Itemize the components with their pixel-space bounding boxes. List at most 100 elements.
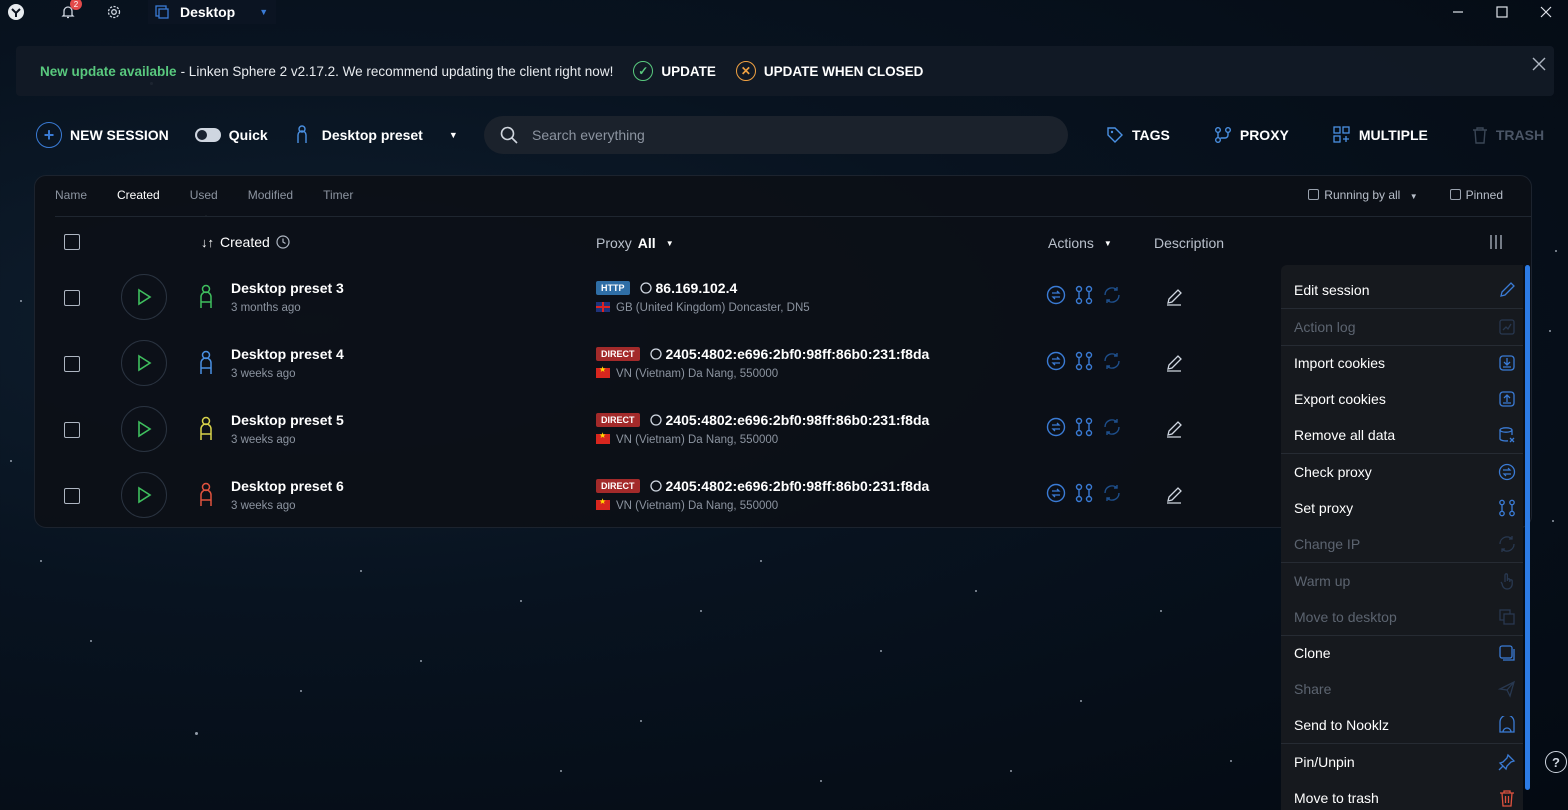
running-checkbox[interactable] [1308,189,1320,200]
refresh-icon [1497,534,1517,554]
row-checkbox[interactable] [64,422,80,438]
row-checkbox[interactable] [64,488,80,504]
actions-column-header[interactable]: Actions ▼ [1048,235,1112,251]
menu-item-remove-all-data[interactable]: Remove all data [1281,417,1523,453]
notifications-button[interactable]: 2 [48,0,88,24]
preset-selector[interactable]: Desktop preset ▼ [296,125,458,145]
columns-settings-icon[interactable] [1488,234,1504,253]
update-button[interactable]: ✓ UPDATE [633,61,716,81]
created-column-label: Created [220,234,270,250]
session-name[interactable]: Desktop preset 6 [231,478,344,494]
sort-tab-created[interactable]: Created [117,188,160,202]
proxy-column-header[interactable]: Proxy All ▼ [596,235,674,251]
filters: Running by all ▼ Pinned [1308,188,1503,202]
menu-item-share[interactable]: Share [1281,671,1523,707]
menu-item-move-to-desktop[interactable]: Move to desktop [1281,599,1523,635]
help-button[interactable]: ? [1545,751,1567,773]
start-session-button[interactable] [121,472,167,518]
check-proxy-icon[interactable] [1046,285,1066,305]
chevron-down-icon[interactable]: ▼ [259,7,268,17]
menu-item-move-to-trash[interactable]: Move to trash [1281,780,1523,810]
set-proxy-icon[interactable] [1074,483,1094,503]
pinned-filter[interactable]: Pinned [1449,188,1503,202]
start-session-button[interactable] [121,340,167,386]
set-proxy-icon[interactable] [1074,417,1094,437]
settings-button[interactable] [94,0,134,24]
menu-item-clone[interactable]: Clone [1281,635,1523,671]
proxy-button[interactable]: PROXY [1214,126,1289,144]
row-checkbox[interactable] [64,290,80,306]
menu-item-warm-up[interactable]: Warm up [1281,563,1523,599]
search-input[interactable] [532,127,1032,143]
app-logo-icon[interactable] [2,0,30,24]
edit-description-button[interactable] [1165,288,1183,311]
play-icon [138,288,152,306]
maximize-button[interactable] [1480,0,1524,24]
proxy-column-label: Proxy [596,235,632,251]
trash-label: TRASH [1495,127,1545,143]
search-bar[interactable] [484,116,1068,154]
menu-item-action-log[interactable]: Action log [1281,309,1523,345]
menu-item-send-to-nooklz[interactable]: Send to Nooklz [1281,707,1523,743]
check-proxy-icon[interactable] [1046,483,1066,503]
running-filter[interactable]: Running by all ▼ [1308,188,1418,202]
proxy-icon [1214,127,1231,143]
multiple-button[interactable]: MULTIPLE [1333,126,1428,144]
session-name[interactable]: Desktop preset 3 [231,280,344,296]
refresh-icon[interactable] [1102,483,1122,503]
menu-item-import-cookies[interactable]: Import cookies [1281,345,1523,381]
pinned-checkbox[interactable] [1449,189,1461,200]
start-session-button[interactable] [121,406,167,452]
start-session-button[interactable] [121,274,167,320]
send-icon [1497,679,1517,699]
session-profile-icon [199,284,213,315]
select-all-checkbox[interactable] [64,234,80,250]
edit-description-button[interactable] [1165,486,1183,509]
minimize-button[interactable] [1436,0,1480,24]
edit-description-button[interactable] [1165,420,1183,443]
edit-description-button[interactable] [1165,354,1183,377]
menu-item-check-proxy[interactable]: Check proxy [1281,454,1523,490]
menu-item-edit-session[interactable]: Edit session [1281,272,1523,308]
row-checkbox[interactable] [64,356,80,372]
new-session-button[interactable]: + NEW SESSION [36,122,169,148]
quick-toggle[interactable]: Quick [194,127,268,143]
gear-icon [107,5,121,19]
refresh-icon[interactable] [1102,285,1122,305]
row-actions [1046,351,1122,371]
sort-tab-timer[interactable]: Timer [323,188,353,202]
desktop-icon [155,5,169,19]
sort-tab-used[interactable]: Used [190,188,218,202]
menu-scrollbar[interactable] [1525,265,1530,790]
set-proxy-icon[interactable] [1074,351,1094,371]
refresh-icon[interactable] [1102,417,1122,437]
workspace-tab[interactable]: Desktop ▼ [148,0,277,24]
update-message: - Linken Sphere 2 v2.17.2. We recommend … [180,63,614,79]
proxy-address: 86.169.102.4 [655,280,738,296]
pinned-label: Pinned [1465,188,1503,202]
sort-tab-name[interactable]: Name [55,188,87,202]
pencil-icon [1497,280,1517,300]
menu-item-export-cookies[interactable]: Export cookies [1281,381,1523,417]
check-proxy-icon [1497,462,1517,482]
refresh-icon[interactable] [1102,351,1122,371]
toggle-switch[interactable] [194,128,221,142]
update-when-closed-button[interactable]: ✕ UPDATE WHEN CLOSED [735,61,923,81]
sort-tab-modified[interactable]: Modified [248,188,293,202]
close-window-button[interactable] [1524,0,1568,24]
created-column-header[interactable]: ↓↑ Created [201,234,290,250]
trash-button[interactable]: TRASH [1472,126,1544,144]
set-proxy-icon[interactable] [1074,285,1094,305]
session-name[interactable]: Desktop preset 5 [231,412,344,428]
session-created-time: 3 months ago [231,302,301,314]
check-proxy-icon[interactable] [1046,351,1066,371]
session-name[interactable]: Desktop preset 4 [231,346,344,362]
menu-item-label: Set proxy [1294,500,1354,516]
banner-close-button[interactable] [1532,55,1546,76]
menu-item-set-proxy[interactable]: Set proxy [1281,490,1523,526]
check-proxy-icon[interactable] [1046,417,1066,437]
multiple-label: MULTIPLE [1358,127,1428,143]
tags-button[interactable]: TAGS [1106,126,1170,144]
menu-item-pin-unpin[interactable]: Pin/Unpin [1281,744,1523,780]
menu-item-change-ip[interactable]: Change IP [1281,526,1523,562]
